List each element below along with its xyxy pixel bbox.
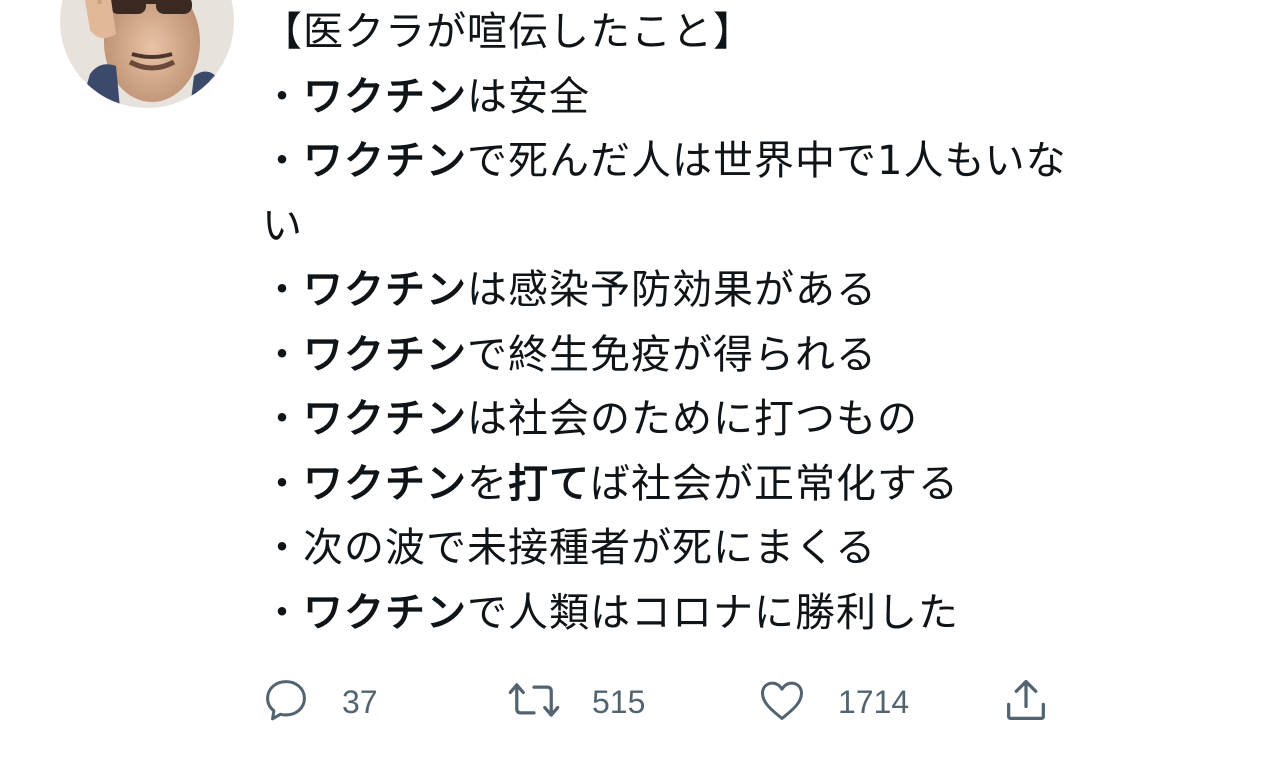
- bullet: ・: [262, 589, 303, 636]
- retweet-count: 515: [592, 683, 646, 720]
- bullet: ・: [262, 73, 303, 120]
- line-text: 次の波で未接種者が死にまくる: [303, 525, 877, 571]
- bold-text: ワクチン: [303, 460, 467, 507]
- bold-text: ワクチン: [303, 73, 467, 120]
- share-button[interactable]: [1000, 672, 1052, 732]
- tweet-line: ・ワクチンで終生免疫が得られる: [262, 323, 1222, 388]
- retweet-button[interactable]: 515: [506, 672, 645, 732]
- bold-text: ワクチン: [303, 267, 467, 313]
- tweet-line: ・ワクチンは社会のために打つもの: [262, 387, 1222, 452]
- like-count: 1714: [838, 683, 910, 720]
- reply-count: 37: [342, 683, 378, 720]
- bold-text: ワクチン: [303, 396, 467, 442]
- tweet-line: 【医クラが喧伝したこと】: [262, 0, 1222, 65]
- reply-icon: [260, 674, 312, 730]
- tweet-line: ・次の波で未接種者が死にまくる: [262, 516, 1222, 581]
- avatar-image: [60, 0, 234, 108]
- share-icon: [1000, 674, 1052, 730]
- bold-text: ワクチン: [303, 589, 467, 636]
- line-text: を: [467, 460, 508, 507]
- line-text: で終生免疫が得られる: [467, 331, 877, 378]
- tweet-line: ・ワクチンで死んだ人は世界中で1人もいな: [262, 129, 1222, 194]
- like-button[interactable]: 1714: [756, 672, 909, 732]
- bold-text: 打て: [508, 460, 590, 507]
- line-text: は社会のために打つもの: [467, 396, 918, 442]
- tweet-actions: 37 515 1714: [260, 672, 1080, 732]
- bold-text: ワクチン: [303, 138, 467, 184]
- tweet-line: ・ワクチンを打てば社会が正常化する: [262, 452, 1222, 517]
- avatar[interactable]: [60, 0, 234, 108]
- bullet: ・: [262, 331, 303, 378]
- tweet-line: ・ワクチンで人類はコロナに勝利した: [262, 581, 1222, 646]
- line-text: で人類はコロナに勝利した: [467, 589, 959, 636]
- tweet-text: 【医クラが喧伝したこと】 ・ワクチンは安全 ・ワクチンで死んだ人は世界中で1人も…: [262, 0, 1222, 645]
- retweet-icon: [506, 674, 562, 730]
- line-text: で死んだ人は世界中で1人もいな: [467, 138, 1067, 184]
- bullet: ・: [262, 525, 303, 571]
- bold-text: ワクチン: [303, 331, 467, 378]
- reply-button[interactable]: 37: [260, 672, 378, 732]
- bullet: ・: [262, 396, 303, 442]
- heart-icon: [756, 674, 808, 730]
- bullet: ・: [262, 460, 303, 507]
- line-text: ば社会が正常化する: [590, 460, 959, 507]
- tweet-line: い: [262, 194, 1222, 259]
- line-text: は安全: [467, 73, 590, 120]
- line-text: い: [262, 202, 303, 249]
- line-text: 【医クラが喧伝したこと】: [262, 9, 754, 55]
- tweet-line: ・ワクチンは感染予防効果がある: [262, 258, 1222, 323]
- line-text: は感染予防効果がある: [467, 267, 877, 313]
- bullet: ・: [262, 138, 303, 184]
- bullet: ・: [262, 267, 303, 313]
- tweet-line: ・ワクチンは安全: [262, 65, 1222, 130]
